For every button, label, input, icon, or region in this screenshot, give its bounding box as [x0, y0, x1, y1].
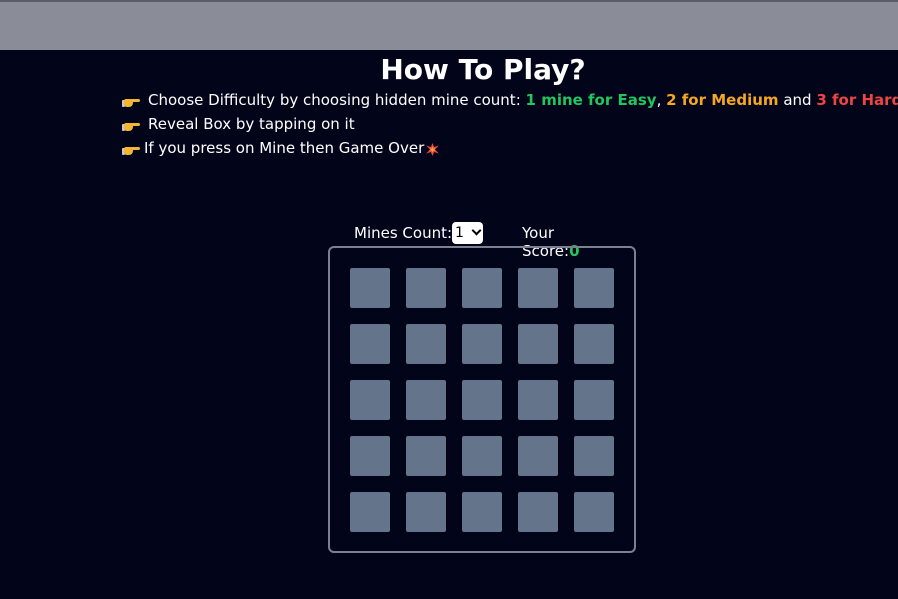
board-tile[interactable]	[574, 268, 614, 308]
board-tile[interactable]	[406, 324, 446, 364]
board-tile[interactable]	[574, 324, 614, 364]
board-tile[interactable]	[518, 492, 558, 532]
rule-separator: ,	[656, 91, 662, 109]
chevron-down-icon	[471, 225, 482, 236]
board-tile[interactable]	[462, 436, 502, 476]
hard-label: 3 for Hard	[816, 91, 898, 109]
rule-game-over: If you press on Mine then Game Over	[122, 136, 898, 160]
board-tile[interactable]	[350, 268, 390, 308]
board-tile[interactable]	[406, 492, 446, 532]
board-tile[interactable]	[350, 380, 390, 420]
rule-and: and	[783, 91, 812, 109]
game-board	[328, 246, 636, 553]
mines-count-select[interactable]: 1	[452, 222, 483, 244]
board-tile[interactable]	[574, 436, 614, 476]
rule-reveal: Reveal Box by tapping on it	[122, 112, 898, 136]
rule-reveal-text: Reveal Box by tapping on it	[148, 115, 355, 133]
board-tile[interactable]	[518, 324, 558, 364]
pointing-hand-icon	[122, 97, 140, 107]
board-tile[interactable]	[406, 436, 446, 476]
board-tile[interactable]	[406, 268, 446, 308]
board-tile[interactable]	[574, 380, 614, 420]
browser-top-bar	[0, 0, 898, 50]
board-tile[interactable]	[350, 436, 390, 476]
board-tile[interactable]	[574, 492, 614, 532]
mines-count-value: 1	[455, 225, 464, 241]
easy-label: 1 mine for Easy	[525, 91, 657, 109]
medium-label: 2 for Medium	[666, 91, 779, 109]
rules-list: Choose Difficulty by choosing hidden min…	[122, 88, 898, 160]
rule-game-over-text: If you press on Mine then Game Over	[144, 139, 425, 157]
board-tile[interactable]	[518, 436, 558, 476]
pointing-hand-icon	[122, 145, 140, 155]
board-tile[interactable]	[462, 492, 502, 532]
board-tile[interactable]	[350, 492, 390, 532]
game-controls: Mines Count: 1 Your Score:0	[354, 222, 614, 260]
board-tile[interactable]	[406, 380, 446, 420]
board-tile[interactable]	[462, 268, 502, 308]
page-title: How To Play?	[380, 53, 586, 86]
rule-difficulty-text: Choose Difficulty by choosing hidden min…	[148, 91, 521, 109]
mines-count-label: Mines Count:	[354, 224, 453, 242]
pointing-hand-icon	[122, 121, 140, 131]
board-tile[interactable]	[462, 324, 502, 364]
board-tile[interactable]	[518, 268, 558, 308]
board-tile[interactable]	[350, 324, 390, 364]
board-tile[interactable]	[462, 380, 502, 420]
board-tile[interactable]	[518, 380, 558, 420]
explosion-icon	[426, 142, 440, 156]
rule-difficulty: Choose Difficulty by choosing hidden min…	[122, 88, 898, 112]
